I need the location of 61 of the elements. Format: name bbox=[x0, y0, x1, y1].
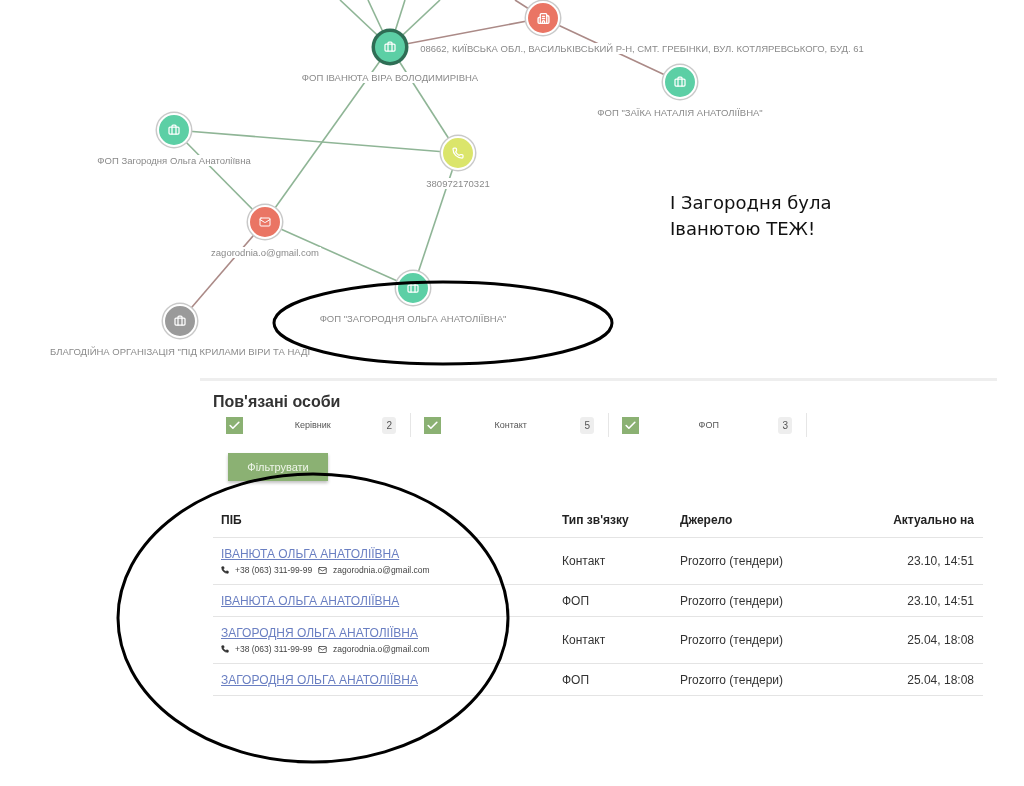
envelope-icon bbox=[259, 216, 271, 228]
table-cell-text: 23.10, 14:51 bbox=[906, 593, 974, 608]
count-badge: 3 bbox=[778, 416, 792, 434]
table-cell-text: 25.04, 18:08 bbox=[906, 633, 974, 647]
table-cell-text: 25.04, 18:08 bbox=[906, 672, 974, 687]
table-cell-text: Prozorro (тендери) bbox=[680, 633, 785, 647]
column-header: Тип зв'язку bbox=[562, 513, 630, 527]
briefcase-icon bbox=[407, 282, 419, 294]
count-badge: 5 bbox=[580, 416, 594, 434]
graph-node[interactable] bbox=[373, 30, 407, 64]
check-icon bbox=[624, 418, 637, 432]
table-cell-text: ФОП bbox=[562, 593, 591, 608]
node-label: 08662, КИЇВСЬКА ОБЛ., ВАСИЛЬКІВСЬКИЙ Р-Н, СМТ. ГРЕБІНКИ, ВУЛ. КОТЛЯРЕВСЬКОГО, БУД. 61 bbox=[418, 43, 866, 54]
table-cell-text: Prozorro (тендери) bbox=[680, 593, 785, 608]
node-label: ФОП ІВАНЮТА ВІРА ВОЛОДИМИРІВНА bbox=[299, 72, 481, 83]
node-label: 380972170321 bbox=[424, 178, 492, 189]
checkbox[interactable] bbox=[226, 416, 243, 434]
phone-icon bbox=[452, 147, 464, 159]
check-icon bbox=[426, 418, 439, 432]
table-cell-text: Контакт bbox=[562, 554, 607, 568]
person-link[interactable]: ІВАНЮТА ОЛЬГА АНАТОЛІЇВНА bbox=[221, 593, 562, 608]
briefcase-icon bbox=[674, 76, 686, 88]
phone-number: +38 (063) 311-99-99 bbox=[235, 565, 313, 575]
table-cell-text: Prozorro (тендери) bbox=[680, 554, 785, 568]
filter-label: ФОП bbox=[697, 420, 720, 430]
node-label: ФОП Загородня Ольга Анатоліївна bbox=[95, 155, 253, 166]
briefcase-icon bbox=[174, 315, 186, 327]
column-header: ПІБ bbox=[221, 513, 243, 527]
person-link[interactable]: ЗАГОРОДНЯ ОЛЬГА АНАТОЛІЇВНА bbox=[221, 626, 562, 640]
node-label: ФОП "ЗАГОРОДНЯ ОЛЬГА АНАТОЛІЇВНА" bbox=[317, 313, 509, 324]
section-title: Пов'язані особи bbox=[213, 393, 342, 411]
email-address: zagorodnia.o@gmail.com bbox=[333, 644, 430, 654]
briefcase-icon bbox=[384, 41, 396, 53]
count-badge: 2 bbox=[382, 416, 396, 434]
check-icon bbox=[228, 418, 241, 432]
node-label: ФОП "ЗАЇКА НАТАЛІЯ АНАТОЛІЇВНА" bbox=[595, 107, 765, 118]
checkbox[interactable] bbox=[622, 416, 639, 434]
briefcase-icon bbox=[168, 124, 180, 136]
envelope-icon bbox=[318, 644, 328, 654]
filter-label: Контакт bbox=[493, 420, 528, 430]
filter-button[interactable]: Фільтрувати bbox=[228, 453, 328, 481]
phone-icon bbox=[221, 566, 229, 574]
table-cell-text: Контакт bbox=[562, 633, 607, 647]
email-address: zagorodnia.o@gmail.com bbox=[333, 565, 430, 575]
building-icon bbox=[536, 11, 550, 25]
phone-number: +38 (063) 311-99-99 bbox=[235, 644, 313, 654]
phone-icon bbox=[221, 645, 229, 653]
checkbox[interactable] bbox=[424, 416, 441, 434]
person-link[interactable]: ЗАГОРОДНЯ ОЛЬГА АНАТОЛІЇВНА bbox=[221, 672, 562, 687]
node-label: zagorodnia.o@gmail.com bbox=[209, 247, 321, 258]
person-link[interactable]: ІВАНЮТА ОЛЬГА АНАТОЛІЇВНА bbox=[221, 547, 562, 561]
table-cell-text: ФОП bbox=[562, 672, 591, 687]
column-header: Джерело bbox=[680, 513, 734, 527]
envelope-icon bbox=[318, 565, 328, 575]
table-cell-text: Prozorro (тендери) bbox=[680, 672, 785, 687]
node-label: БЛАГОДІЙНА ОРГАНІЗАЦІЯ "ПІД КРИЛАМИ ВІРИ ТА НАДІ bbox=[48, 346, 312, 357]
table-cell-text: 23.10, 14:51 bbox=[906, 554, 974, 568]
annotation-text: Іванютою ТЕЖ! bbox=[670, 217, 817, 241]
column-header: Актуально на bbox=[892, 513, 974, 527]
filter-label: Керівник bbox=[293, 420, 332, 430]
annotation-text: І Загородня була bbox=[670, 191, 832, 215]
